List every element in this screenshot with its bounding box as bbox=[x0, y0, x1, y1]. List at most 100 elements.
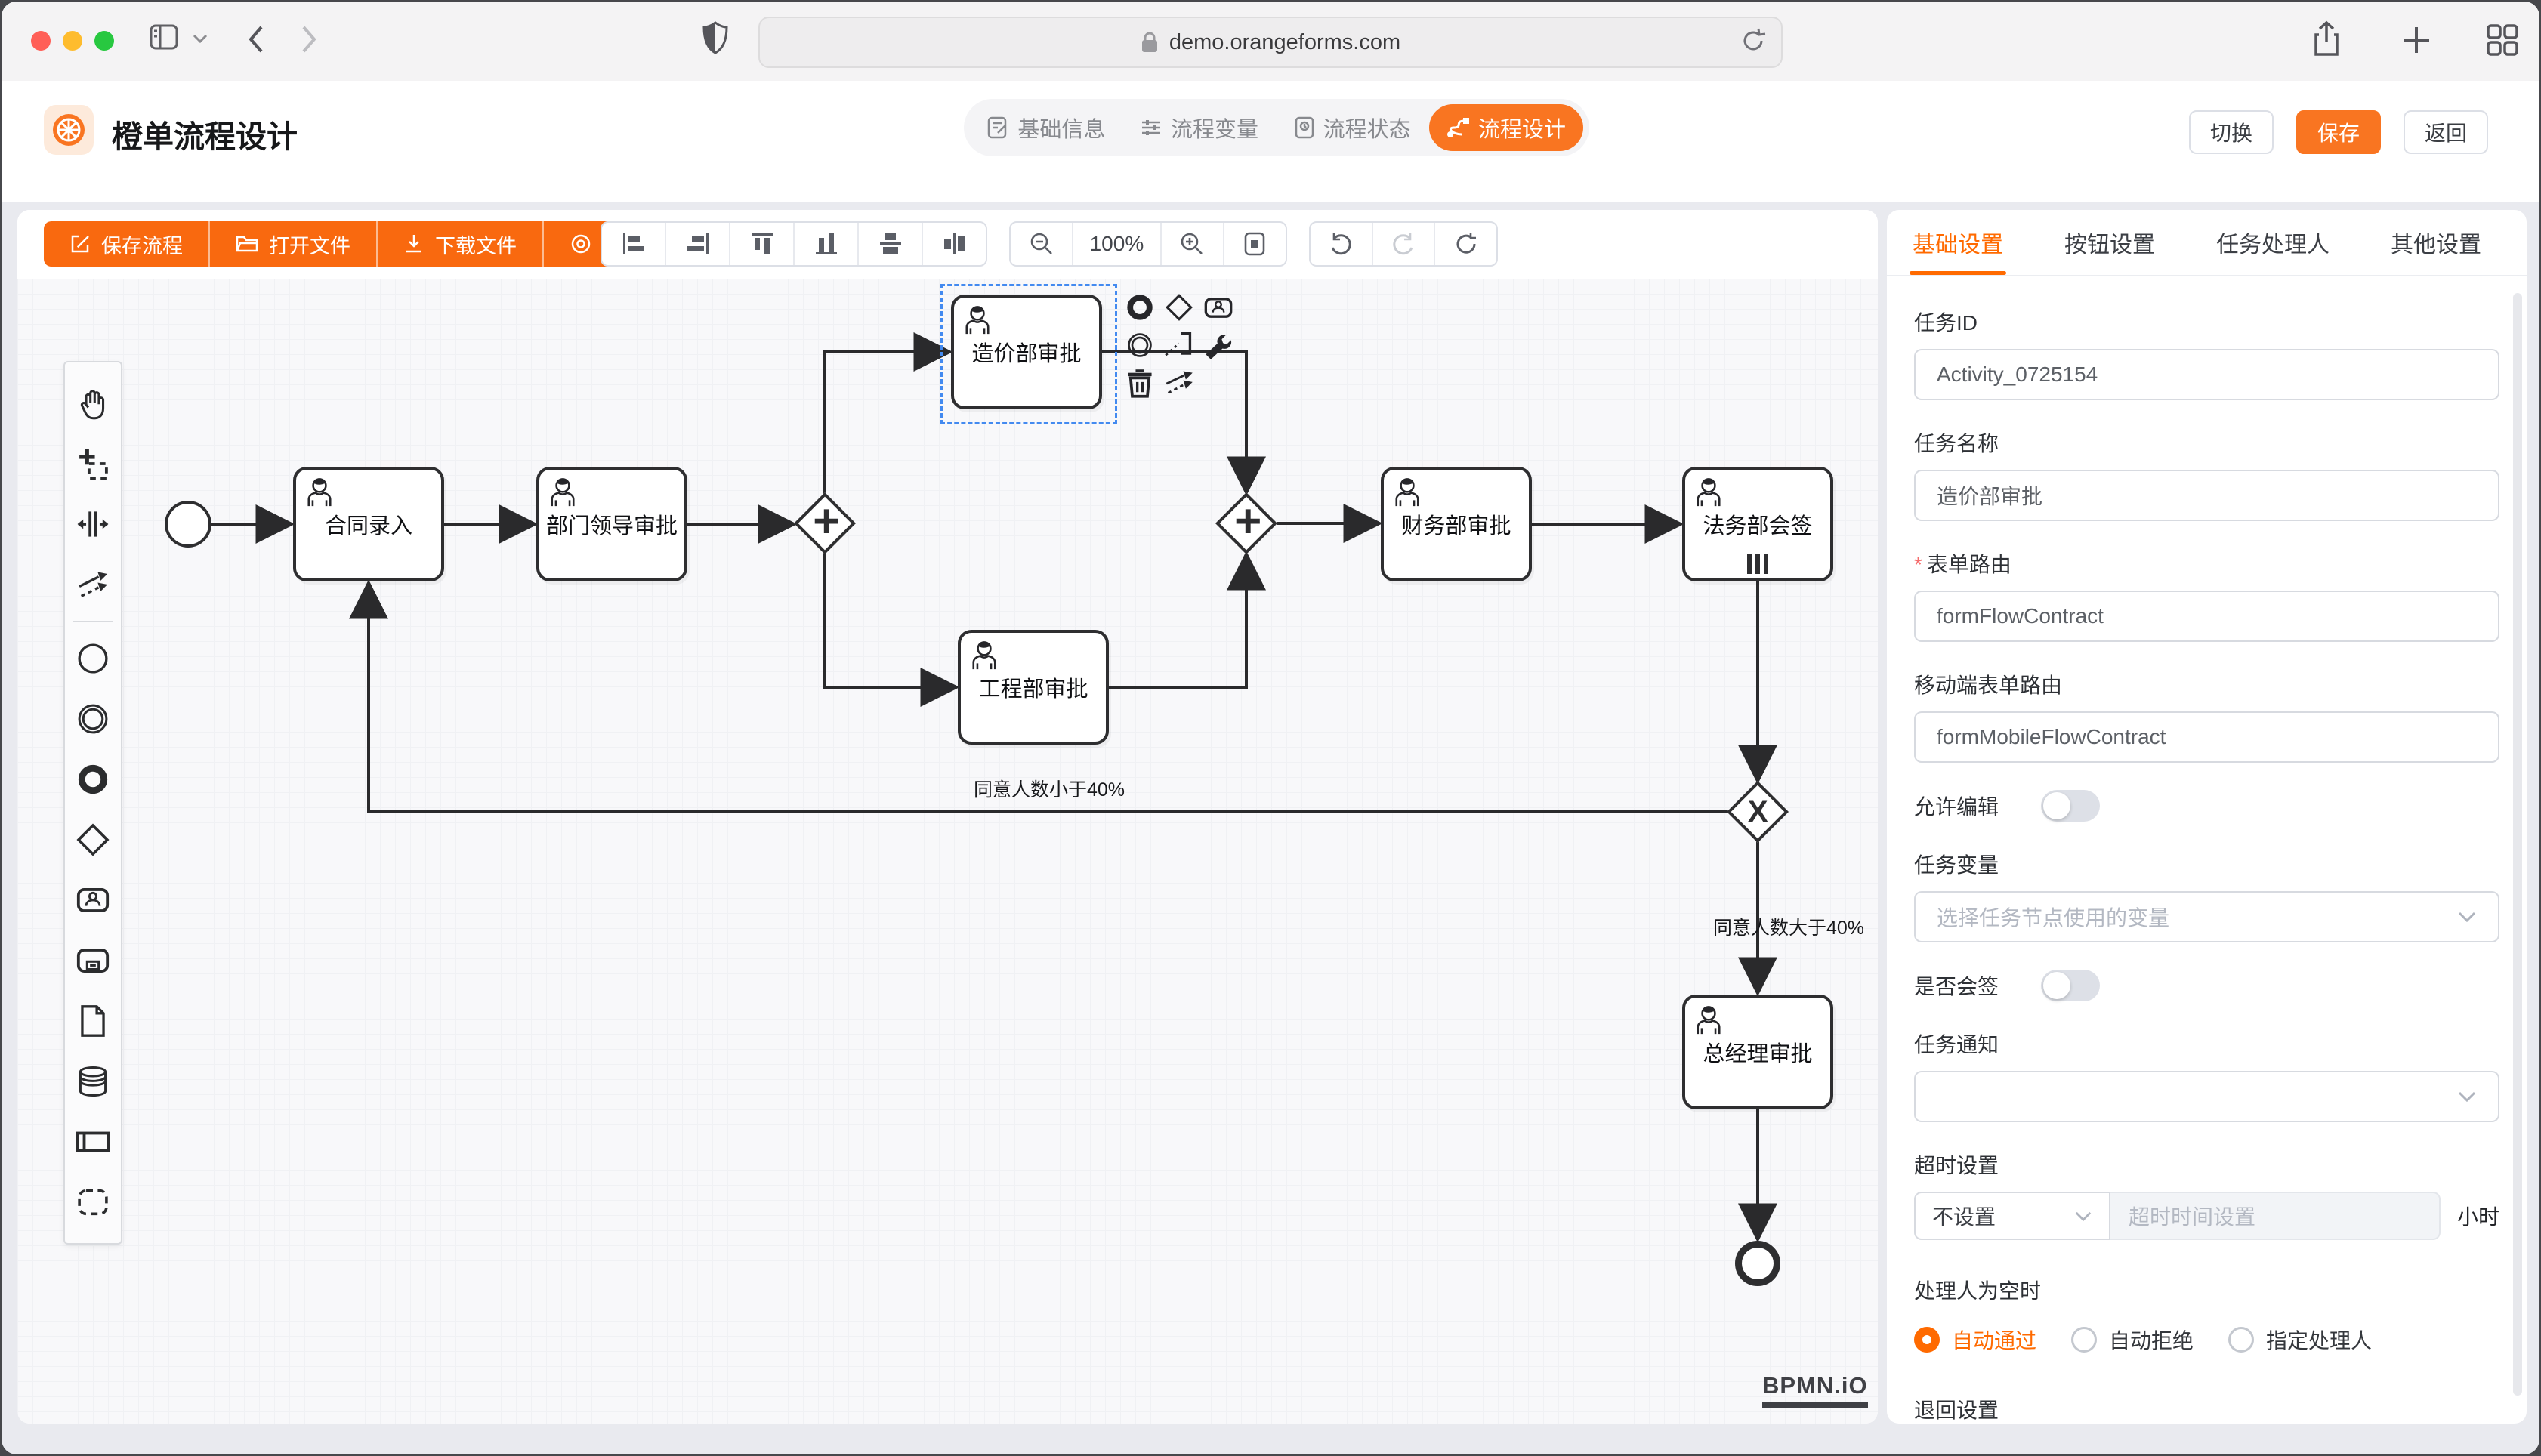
lasso-tool[interactable] bbox=[65, 433, 121, 494]
form-route-input[interactable]: formFlowContract bbox=[1914, 591, 2499, 642]
task-finance-approval[interactable]: 财务部审批 bbox=[1381, 467, 1532, 581]
save-flow-button[interactable]: 保存流程 bbox=[44, 221, 210, 267]
tab-task-assignee[interactable]: 任务处理人 bbox=[2216, 210, 2330, 275]
bpmn-io-logo[interactable]: BPMN.iO bbox=[1762, 1372, 1868, 1408]
space-tool[interactable] bbox=[65, 494, 121, 554]
create-subprocess[interactable] bbox=[65, 930, 121, 991]
tab-process-status[interactable]: 流程状态 bbox=[1276, 112, 1429, 143]
tab-basic-settings[interactable]: 基础设置 bbox=[1913, 210, 2003, 275]
create-gateway[interactable] bbox=[65, 810, 121, 870]
append-end-event-icon[interactable] bbox=[1120, 288, 1159, 326]
append-task-icon[interactable] bbox=[1199, 288, 1238, 326]
task-notify-select[interactable] bbox=[1914, 1071, 2499, 1122]
share-icon[interactable] bbox=[2311, 20, 2342, 59]
end-event[interactable] bbox=[1735, 1241, 1780, 1286]
save-button[interactable]: 保存 bbox=[2296, 110, 2381, 154]
palette-divider bbox=[73, 621, 113, 622]
forward-button[interactable] bbox=[298, 21, 320, 57]
zoom-in-button[interactable] bbox=[1162, 223, 1224, 265]
create-data-object[interactable] bbox=[65, 991, 121, 1051]
download-file-button[interactable]: 下载文件 bbox=[378, 221, 544, 267]
create-participant[interactable] bbox=[65, 1112, 121, 1172]
timeout-label: 超时设置 bbox=[1914, 1149, 2499, 1180]
zoom-window-button[interactable] bbox=[94, 31, 114, 51]
create-user-task[interactable] bbox=[65, 870, 121, 930]
align-center-vertical-button[interactable] bbox=[923, 223, 986, 265]
create-group[interactable] bbox=[65, 1172, 121, 1232]
folder-icon bbox=[236, 234, 258, 254]
radio-assign-handler[interactable]: 指定处理人 bbox=[2228, 1325, 2372, 1355]
task-id-input[interactable]: Activity_0725154 bbox=[1914, 349, 2499, 400]
create-end-event[interactable] bbox=[65, 749, 121, 810]
task-name-input[interactable]: 造价部审批 bbox=[1914, 470, 2499, 521]
task-variable-select[interactable]: 选择任务节点使用的变量 bbox=[1914, 891, 2499, 942]
create-data-store[interactable] bbox=[65, 1051, 121, 1112]
timeout-value-input[interactable]: 超时时间设置 bbox=[2110, 1192, 2441, 1240]
close-window-button[interactable] bbox=[31, 31, 51, 51]
timeout-mode-select[interactable]: 不设置 bbox=[1914, 1192, 2110, 1240]
eye-icon bbox=[570, 233, 592, 254]
create-start-event[interactable] bbox=[65, 628, 121, 689]
minimize-window-button[interactable] bbox=[63, 31, 82, 51]
hand-tool[interactable] bbox=[65, 373, 121, 433]
align-bottom-button[interactable] bbox=[795, 223, 859, 265]
selection-outline bbox=[940, 284, 1117, 424]
delete-icon[interactable] bbox=[1120, 364, 1159, 402]
download-icon bbox=[403, 233, 425, 254]
radio-auto-reject[interactable]: 自动拒绝 bbox=[2071, 1325, 2194, 1355]
align-left-button[interactable] bbox=[602, 223, 666, 265]
header-nav: 基础信息 流程变量 流程状态 流程设计 bbox=[964, 99, 1589, 156]
align-center-horizontal-button[interactable] bbox=[859, 223, 923, 265]
tab-button-settings[interactable]: 按钮设置 bbox=[2064, 210, 2155, 275]
undo-button[interactable] bbox=[1311, 223, 1373, 265]
tab-process-design[interactable]: 流程设计 bbox=[1429, 104, 1583, 151]
back-button[interactable] bbox=[245, 21, 267, 57]
start-event[interactable] bbox=[165, 501, 211, 548]
radio-auto-approve[interactable]: 自动通过 bbox=[1914, 1325, 2036, 1355]
open-file-button[interactable]: 打开文件 bbox=[210, 221, 378, 267]
mobile-form-route-input[interactable]: formMobileFlowContract bbox=[1914, 711, 2499, 763]
global-connect-tool[interactable] bbox=[65, 554, 121, 615]
append-text-annotation-icon[interactable] bbox=[1159, 326, 1199, 364]
user-task-icon bbox=[968, 639, 1000, 672]
connect-tool-icon[interactable] bbox=[1159, 364, 1199, 402]
align-right-button[interactable] bbox=[666, 223, 730, 265]
document-icon bbox=[1295, 116, 1314, 139]
new-tab-icon[interactable] bbox=[2401, 24, 2432, 56]
task-gm-approval[interactable]: 总经理审批 bbox=[1682, 995, 1833, 1109]
task-legal-countersign[interactable]: 法务部会签 bbox=[1682, 467, 1833, 581]
redo-button[interactable] bbox=[1373, 223, 1436, 265]
reload-icon[interactable] bbox=[1740, 26, 1766, 56]
return-button[interactable]: 返回 bbox=[2404, 110, 2488, 154]
switch-button[interactable]: 切换 bbox=[2189, 110, 2274, 154]
change-type-wrench-icon[interactable] bbox=[1199, 326, 1238, 364]
chevron-down-icon bbox=[2457, 1090, 2477, 1103]
append-gateway-icon[interactable] bbox=[1159, 288, 1199, 326]
tab-process-variables[interactable]: 流程变量 bbox=[1123, 112, 1277, 143]
shield-icon[interactable] bbox=[702, 21, 728, 54]
sidebar-chevron-icon[interactable] bbox=[192, 33, 208, 44]
bpmn-canvas[interactable]: 合同录入 部门领导审批 造价部审批 工程部审批 财务部审批 法务部会签 bbox=[17, 279, 1878, 1424]
allow-edit-field: 允许编辑 bbox=[1914, 790, 2499, 822]
tab-overview-icon[interactable] bbox=[2485, 23, 2520, 57]
fit-viewport-button[interactable] bbox=[1224, 223, 1286, 265]
radio-icon bbox=[2228, 1327, 2254, 1353]
sidebar-icon[interactable] bbox=[150, 23, 184, 53]
task-dept-leader-approval[interactable]: 部门领导审批 bbox=[536, 467, 687, 581]
bpmn-palette bbox=[63, 361, 122, 1245]
allow-edit-toggle[interactable] bbox=[2041, 790, 2100, 822]
create-intermediate-event[interactable] bbox=[65, 689, 121, 749]
tab-basic-info[interactable]: 基础信息 bbox=[970, 112, 1123, 143]
align-top-button[interactable] bbox=[730, 223, 795, 265]
reset-button[interactable] bbox=[1435, 223, 1496, 265]
task-contract-entry[interactable]: 合同录入 bbox=[293, 467, 444, 581]
user-task-icon bbox=[1693, 476, 1724, 509]
append-intermediate-event-icon[interactable] bbox=[1120, 326, 1159, 364]
tab-other-settings[interactable]: 其他设置 bbox=[2391, 210, 2481, 275]
task-engineering-approval[interactable]: 工程部审批 bbox=[958, 630, 1109, 745]
countersign-toggle[interactable] bbox=[2041, 970, 2100, 1001]
panel-scrollbar[interactable] bbox=[2513, 293, 2522, 1396]
url-bar[interactable]: demo.orangeforms.com bbox=[758, 17, 1783, 68]
zoom-out-button[interactable] bbox=[1011, 223, 1073, 265]
zoom-level[interactable]: 100% bbox=[1073, 223, 1162, 265]
